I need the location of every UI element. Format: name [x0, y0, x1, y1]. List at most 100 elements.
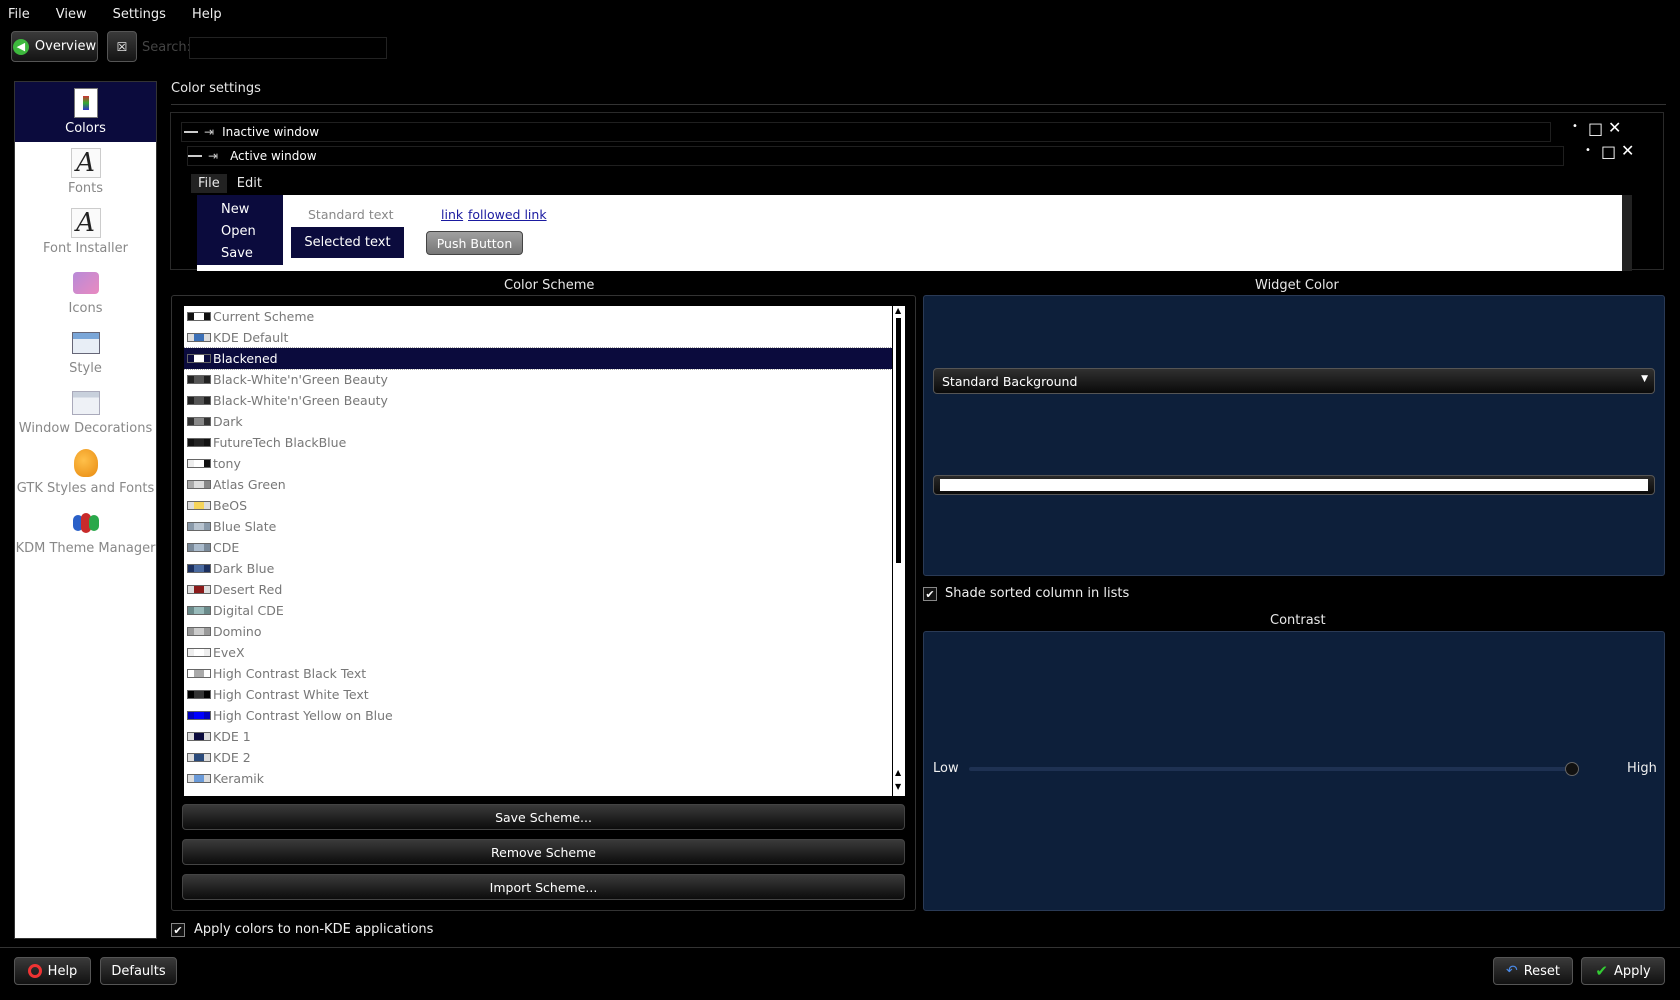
scheme-swatch-icon	[187, 564, 211, 573]
scrollbar-thumb[interactable]	[896, 318, 901, 563]
list-item[interactable]: Black-White'n'Green Beauty	[184, 369, 892, 390]
list-item[interactable]: High Contrast Black Text	[184, 663, 892, 684]
preview-menu-new[interactable]: New	[221, 199, 283, 221]
list-item[interactable]: CDE	[184, 537, 892, 558]
apply-nonkde-checkbox[interactable]: ✔	[171, 923, 185, 937]
kdm-icon	[71, 508, 101, 538]
preview-menu-save[interactable]: Save	[221, 243, 283, 265]
contrast-slider-handle[interactable]	[1565, 762, 1579, 776]
scheme-swatch-icon	[187, 438, 211, 447]
list-item[interactable]: High Contrast Yellow on Blue	[184, 705, 892, 726]
list-item[interactable]: Digital CDE	[184, 600, 892, 621]
dot-icon: •	[1572, 121, 1578, 132]
back-arrow-icon: ◀	[12, 38, 29, 55]
menu-settings[interactable]: Settings	[113, 7, 166, 22]
selected-text: Selected text	[291, 227, 404, 258]
sidebar-item-style[interactable]: Style	[15, 322, 156, 382]
sidebar-item-font-installer[interactable]: A Font Installer	[15, 202, 156, 262]
help-button[interactable]: Help	[14, 957, 91, 985]
shade-sorted-checkbox[interactable]: ✔	[923, 587, 937, 601]
sidebar-item-window-decorations[interactable]: Window Decorations	[15, 382, 156, 442]
shade-sorted-label: Shade sorted column in lists	[945, 586, 1130, 601]
reset-button[interactable]: ↶ Reset	[1493, 957, 1573, 985]
scroll-up-icon[interactable]: ▲	[895, 768, 901, 777]
scheme-swatch-icon	[187, 669, 211, 678]
save-scheme-button[interactable]: Save Scheme...	[182, 804, 905, 830]
preview-followed-link[interactable]: followed link	[468, 207, 547, 222]
sidebar-item-gtk[interactable]: GTK Styles and Fonts	[15, 442, 156, 502]
scheme-swatch-icon	[187, 459, 211, 468]
menubar: File View Settings Help	[0, 0, 1680, 28]
preview-menu-file[interactable]: File	[191, 173, 227, 193]
scheme-swatch-icon	[187, 690, 211, 699]
list-item[interactable]: High Contrast White Text	[184, 684, 892, 705]
list-item[interactable]: FutureTech BlackBlue	[184, 432, 892, 453]
list-item[interactable]: KDE 2	[184, 747, 892, 768]
contrast-slider-track[interactable]	[969, 767, 1579, 771]
list-item[interactable]: Dark	[184, 411, 892, 432]
list-item[interactable]: EveX	[184, 642, 892, 663]
defaults-label: Defaults	[111, 963, 166, 979]
apply-button[interactable]: ✔ Apply	[1581, 957, 1665, 985]
list-item[interactable]: KDE 1	[184, 726, 892, 747]
scroll-up-icon[interactable]: ▲	[895, 306, 901, 315]
menu-view[interactable]: View	[56, 7, 87, 22]
scheme-name: FutureTech BlackBlue	[213, 435, 347, 450]
scheme-list[interactable]: Current Scheme KDE Default Blackened Black-…	[184, 306, 892, 796]
list-item[interactable]: Black-White'n'Green Beauty	[184, 390, 892, 411]
scheme-swatch-icon	[187, 417, 211, 426]
sidebar-item-fonts[interactable]: A Fonts	[15, 142, 156, 202]
preview-push-button[interactable]: Push Button	[426, 231, 523, 255]
remove-scheme-button[interactable]: Remove Scheme	[182, 839, 905, 865]
checkmark-icon: ✔	[1595, 962, 1608, 980]
list-item[interactable]: KDE Default	[184, 327, 892, 348]
list-item[interactable]: Atlas Green	[184, 474, 892, 495]
scroll-down-icon[interactable]: ▼	[895, 782, 901, 791]
scheme-name: Digital CDE	[213, 603, 284, 618]
overview-button[interactable]: ◀ Overview	[11, 31, 98, 62]
list-item[interactable]: BeOS	[184, 495, 892, 516]
widget-color-select[interactable]: Standard Background ▼	[933, 368, 1655, 394]
defaults-button[interactable]: Defaults	[100, 957, 177, 985]
close-icon[interactable]: ✕	[1608, 118, 1621, 137]
list-item[interactable]: Blackened	[184, 347, 892, 370]
sidebar-item-colors[interactable]: Colors	[15, 82, 156, 142]
scheme-name: KDE 2	[213, 750, 251, 765]
list-item[interactable]: tony	[184, 453, 892, 474]
scheme-name: High Contrast Yellow on Blue	[213, 708, 393, 723]
preview-content: New Open Save Standard text Selected tex…	[197, 195, 1622, 271]
preview-menu-open[interactable]: Open	[221, 221, 283, 243]
scheme-swatch-icon	[187, 585, 211, 594]
list-item[interactable]: Current Scheme	[184, 306, 892, 327]
preview-scrollbar[interactable]	[1622, 195, 1632, 271]
list-item[interactable]: Desert Red	[184, 579, 892, 600]
divider	[171, 104, 1666, 105]
maximize-icon[interactable]: □	[1601, 142, 1616, 161]
import-scheme-button[interactable]: Import Scheme...	[182, 874, 905, 900]
preview-menu-edit[interactable]: Edit	[227, 174, 272, 193]
widget-color-selected: Standard Background	[942, 373, 1078, 389]
list-item[interactable]: Keramik	[184, 768, 892, 789]
sidebar-item-kdm[interactable]: KDM Theme Manager	[15, 502, 156, 562]
scheme-name: EveX	[213, 645, 245, 660]
list-item[interactable]: Dark Blue	[184, 558, 892, 579]
scheme-swatch-icon	[187, 732, 211, 741]
maximize-icon[interactable]: □	[1588, 119, 1603, 138]
list-item[interactable]: Blue Slate	[184, 516, 892, 537]
menu-file[interactable]: File	[8, 7, 30, 22]
color-scheme-panel: Current Scheme KDE Default Blackened Black-…	[171, 295, 916, 911]
search-input[interactable]	[189, 37, 387, 59]
scheme-swatch-icon	[187, 774, 211, 783]
scheme-swatch-icon	[187, 648, 211, 657]
clear-search-button[interactable]: ☒	[107, 31, 137, 62]
preview-link[interactable]: link	[441, 207, 463, 222]
close-icon[interactable]: ✕	[1621, 141, 1634, 160]
apply-nonkde-label: Apply colors to non-KDE applications	[194, 922, 434, 937]
scheme-scrollbar[interactable]: ▲ ▲ ▼	[893, 306, 905, 796]
active-window-titlebar: ⇥ Active window	[187, 146, 1564, 166]
sidebar-item-icons[interactable]: Icons	[15, 262, 156, 322]
color-swatch-button[interactable]	[933, 475, 1655, 495]
menu-help[interactable]: Help	[192, 7, 222, 22]
font-installer-icon: A	[70, 208, 101, 238]
list-item[interactable]: Domino	[184, 621, 892, 642]
